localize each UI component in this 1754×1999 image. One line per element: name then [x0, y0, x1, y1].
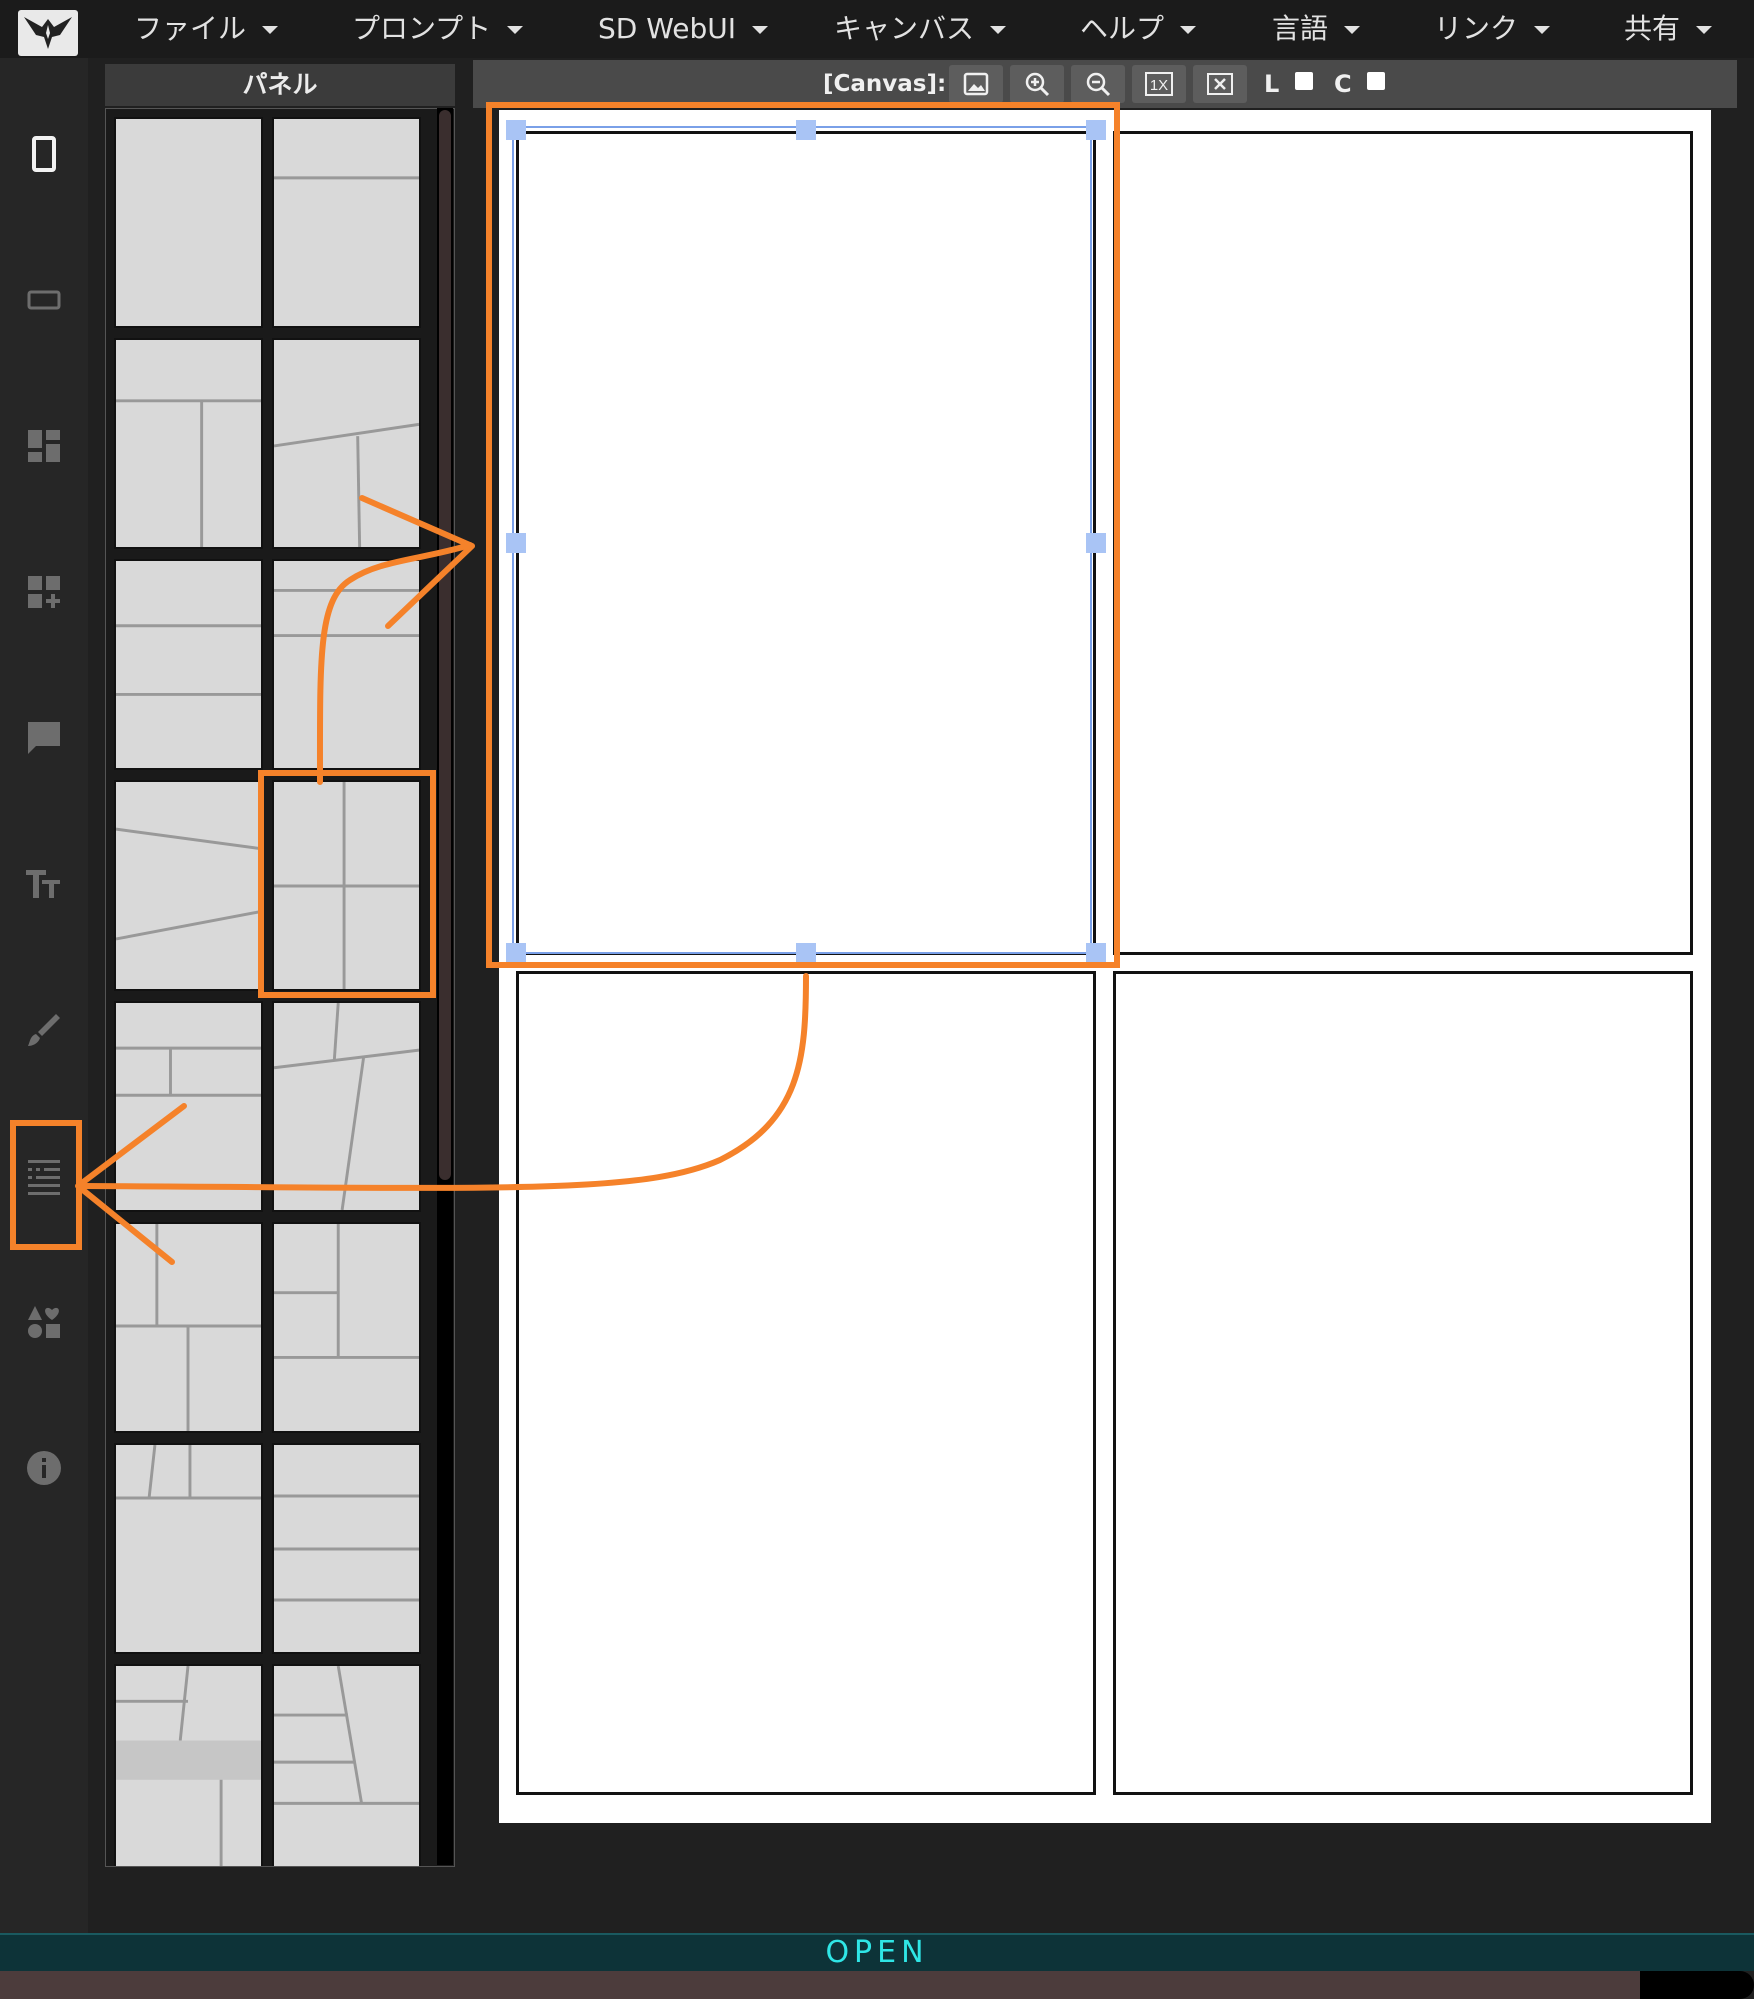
zoom-out-icon — [1086, 72, 1111, 97]
image-icon — [963, 72, 989, 96]
panel-template[interactable] — [114, 1001, 263, 1212]
text-size-icon[interactable] — [20, 860, 68, 908]
one-x-label: 1X — [1150, 77, 1168, 94]
zoom-reset-button[interactable]: 1X — [1132, 65, 1186, 103]
panel-template[interactable] — [272, 1443, 421, 1654]
annotation-box-panel-template — [258, 770, 436, 998]
panel-template[interactable] — [114, 338, 263, 549]
landscape-page-icon[interactable] — [20, 276, 68, 324]
panel-template[interactable] — [272, 117, 421, 328]
comic-frame-top-right[interactable] — [1113, 131, 1693, 955]
progress-fill — [0, 1971, 1640, 1999]
open-status-bar[interactable]: OPEN — [0, 1933, 1754, 1971]
caret-down-icon — [507, 26, 524, 34]
panel-template[interactable] — [114, 559, 263, 770]
menu-label: 共有 — [1624, 12, 1681, 45]
panel-title: パネル — [242, 70, 318, 99]
close-box-icon — [1207, 73, 1233, 95]
zoom-out-button[interactable] — [1071, 65, 1125, 103]
panel-template[interactable] — [272, 559, 421, 770]
menu-label: ヘルプ — [1080, 12, 1165, 45]
panel-template[interactable] — [114, 1222, 263, 1433]
caret-down-icon — [1344, 26, 1361, 34]
panel-template[interactable] — [114, 780, 263, 991]
panel-header: パネル — [105, 64, 455, 106]
app-logo[interactable] — [18, 10, 78, 56]
progress-bar — [0, 1971, 1754, 1999]
canvas-toolbar: [Canvas]: 1X L C — [473, 60, 1737, 108]
zoom-in-icon — [1025, 72, 1050, 97]
panel-template[interactable] — [272, 1664, 421, 1866]
panel-template[interactable] — [114, 1664, 263, 1866]
comic-frame-bottom-right[interactable] — [1113, 971, 1693, 1795]
c-checkbox[interactable] — [1367, 72, 1385, 90]
dashboard-icon[interactable] — [20, 422, 68, 470]
caret-down-icon — [1180, 26, 1197, 34]
bird-logo-icon — [24, 17, 72, 49]
portrait-page-icon[interactable] — [20, 130, 68, 178]
tool-rail — [0, 58, 88, 1933]
menu-links[interactable]: リンク — [1434, 0, 1551, 58]
one-x-icon: 1X — [1145, 72, 1173, 96]
clear-button[interactable] — [1193, 65, 1247, 103]
menu-language[interactable]: 言語 — [1272, 0, 1361, 58]
panel-list-scrollbar-thumb[interactable] — [439, 110, 451, 1180]
menu-label: ファイル — [134, 12, 247, 45]
shapes-icon[interactable] — [20, 1298, 68, 1346]
panel-template[interactable] — [272, 1001, 421, 1212]
panel-template[interactable] — [272, 338, 421, 549]
menu-bar: ファイル プロンプト SD WebUI キャンバス ヘルプ 言語 リンク 共有 — [0, 0, 1754, 58]
menu-label: リンク — [1434, 12, 1519, 45]
menu-file[interactable]: ファイル — [134, 0, 279, 58]
canvas-label: [Canvas]: — [823, 71, 947, 97]
image-button[interactable] — [949, 65, 1003, 103]
info-icon[interactable] — [20, 1444, 68, 1492]
l-label: L — [1264, 70, 1280, 98]
menu-prompt[interactable]: プロンプト — [352, 0, 524, 58]
caret-down-icon — [990, 26, 1007, 34]
panel-template[interactable] — [114, 1443, 263, 1654]
caret-down-icon — [262, 26, 279, 34]
annotation-box-rail-icon — [10, 1120, 82, 1250]
menu-label: 言語 — [1272, 12, 1329, 45]
panel-template[interactable] — [272, 1222, 421, 1433]
caret-down-icon — [1696, 26, 1713, 34]
open-label: OPEN — [825, 1935, 929, 1970]
zoom-in-button[interactable] — [1010, 65, 1064, 103]
caret-down-icon — [752, 26, 769, 34]
menu-share[interactable]: 共有 — [1624, 0, 1713, 58]
menu-label: SD WebUI — [598, 12, 737, 45]
caret-down-icon — [1534, 26, 1551, 34]
panel-template[interactable] — [114, 117, 263, 328]
menu-label: キャンバス — [834, 12, 975, 45]
menu-sd-webui[interactable]: SD WebUI — [598, 0, 769, 58]
brush-icon[interactable] — [20, 1006, 68, 1054]
menu-canvas[interactable]: キャンバス — [834, 0, 1007, 58]
annotation-box-selected-frame — [486, 102, 1120, 968]
menu-help[interactable]: ヘルプ — [1080, 0, 1197, 58]
comic-frame-bottom-left[interactable] — [516, 971, 1096, 1795]
speech-bubble-icon[interactable] — [20, 714, 68, 762]
menu-label: プロンプト — [352, 12, 492, 45]
c-label: C — [1334, 70, 1352, 98]
add-dashboard-icon[interactable] — [20, 568, 68, 616]
l-checkbox[interactable] — [1295, 72, 1313, 90]
